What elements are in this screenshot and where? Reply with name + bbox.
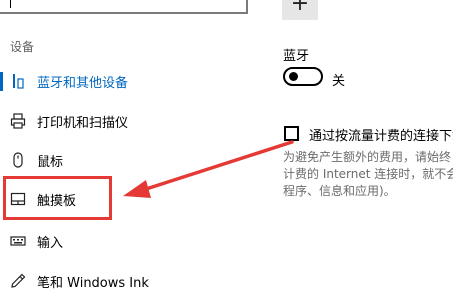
annotation-arrow (123, 140, 294, 198)
